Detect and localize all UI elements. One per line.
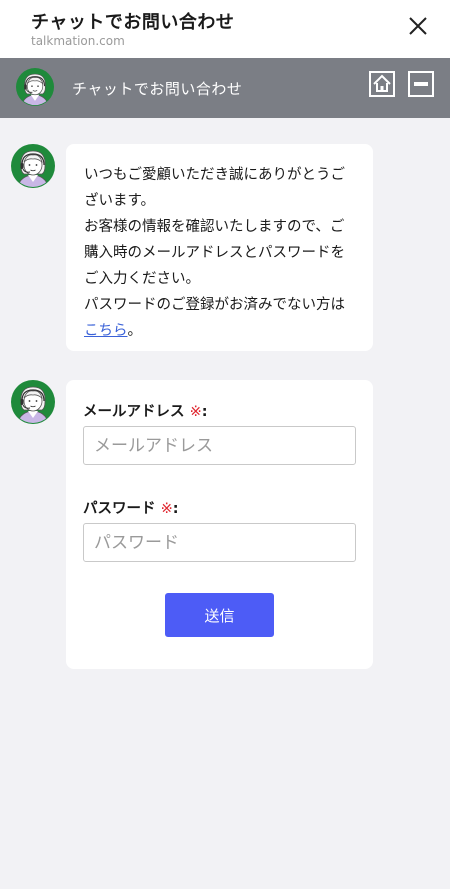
- email-label: メールアドレス ※:: [83, 400, 208, 421]
- page-title: チャットでお問い合わせ: [31, 12, 235, 33]
- chat-header: チャットでお問い合わせ: [0, 58, 450, 118]
- minimize-button[interactable]: [408, 71, 434, 97]
- home-button[interactable]: [369, 71, 395, 97]
- message-suffix: 。: [127, 323, 143, 339]
- chat-message: いつもご愛顧いただき誠にありがとうございます。 お客様の情報を確認いたしますので…: [66, 144, 373, 351]
- message-text: いつもご愛顧いただき誠にありがとうございます。 お客様の情報を確認いたしますので…: [84, 162, 357, 344]
- password-input[interactable]: [83, 523, 356, 562]
- operator-avatar: [11, 144, 55, 188]
- message-body: いつもご愛顧いただき誠にありがとうございます。 お客様の情報を確認いたしますので…: [84, 167, 345, 313]
- label-colon: :: [172, 501, 179, 517]
- password-label-text: パスワード: [83, 501, 156, 517]
- email-label-text: メールアドレス: [83, 404, 185, 420]
- close-icon[interactable]: [408, 16, 428, 36]
- site-domain: talkmation.com: [31, 34, 125, 48]
- chat-header-title: チャットでお問い合わせ: [72, 80, 243, 98]
- minimize-icon: [414, 82, 428, 86]
- submit-button[interactable]: 送信: [165, 593, 274, 637]
- required-mark: ※: [189, 404, 202, 420]
- operator-avatar: [16, 68, 54, 106]
- password-label: パスワード ※:: [83, 497, 179, 518]
- label-colon: :: [201, 404, 208, 420]
- required-mark: ※: [160, 501, 173, 517]
- home-icon: [373, 74, 391, 92]
- login-form: メールアドレス ※: パスワード ※: 送信: [66, 380, 373, 669]
- operator-avatar: [11, 380, 55, 424]
- top-bar: チャットでお問い合わせ talkmation.com: [0, 0, 450, 58]
- email-input[interactable]: [83, 426, 356, 465]
- register-link[interactable]: こちら: [84, 323, 128, 339]
